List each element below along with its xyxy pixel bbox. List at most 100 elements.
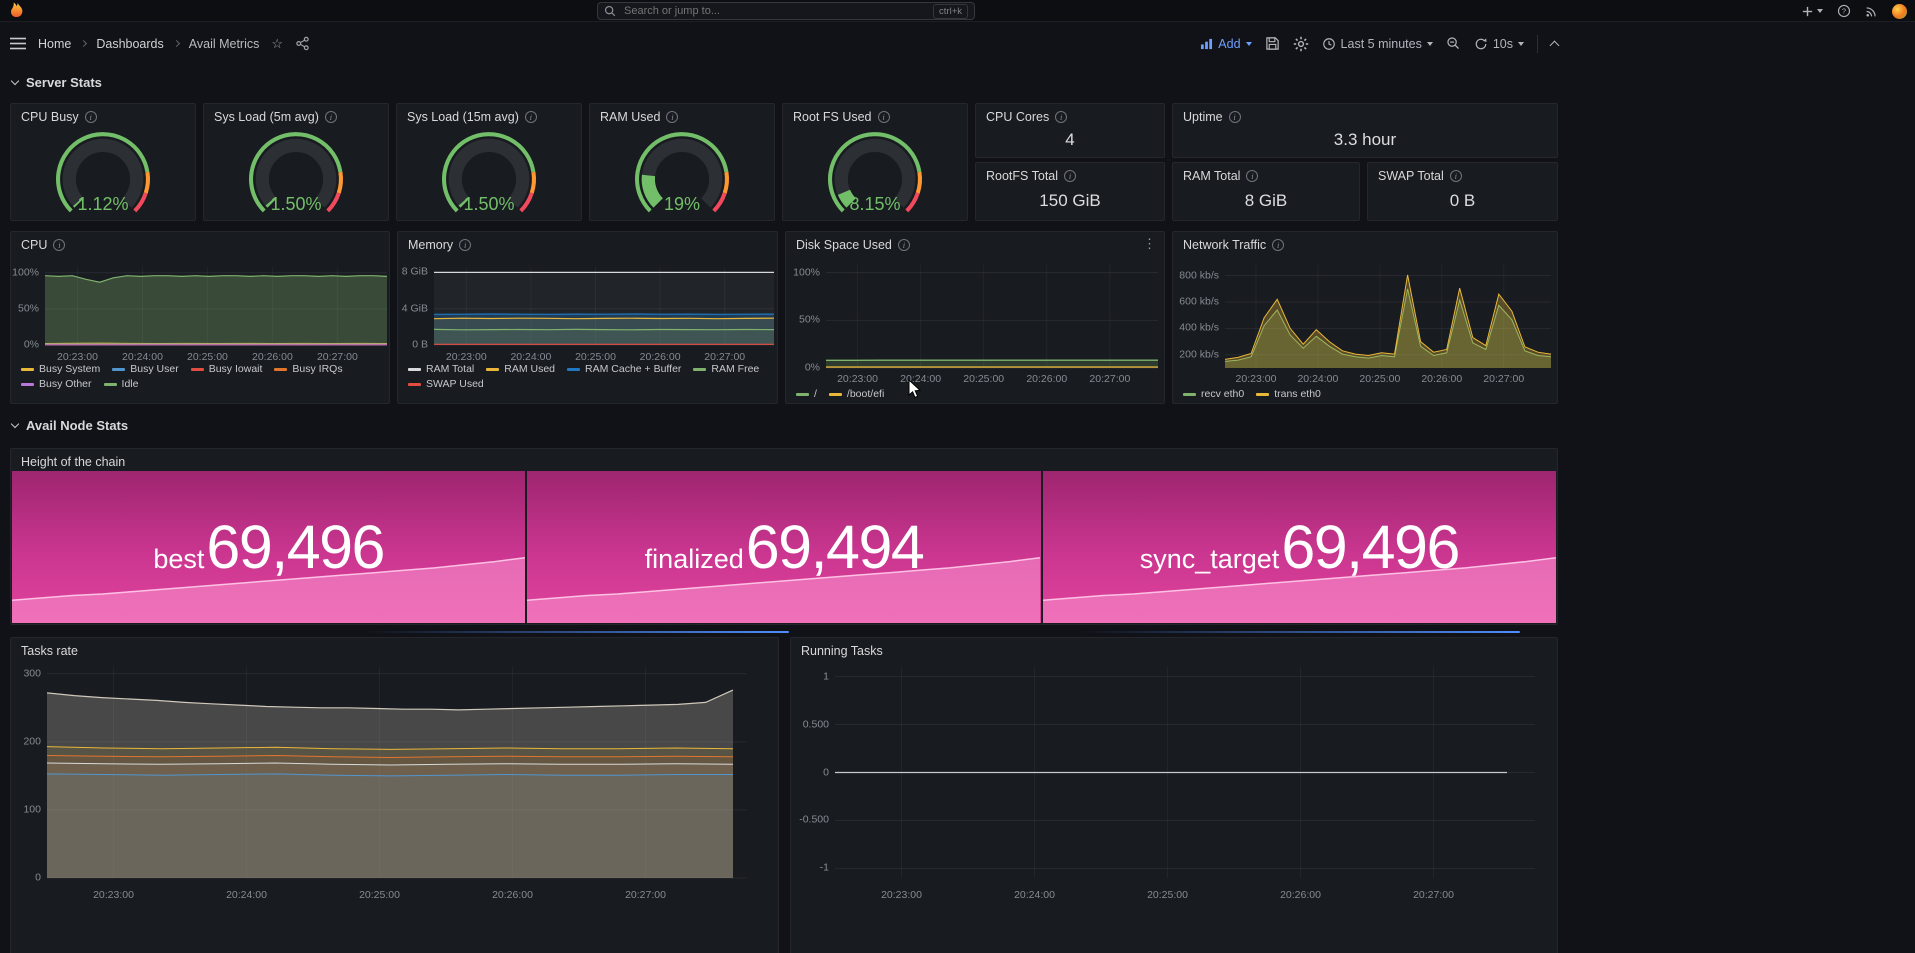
panel-title[interactable]: SWAP Total [1378,169,1444,183]
legend-item[interactable]: Busy Iowait [191,363,263,376]
legend-item[interactable]: / [796,388,817,401]
grafana-app: ctrl+k ? [0,0,1915,953]
panel-disk-space-used: Disk Space Used ⋮ 100%50%0%20:23:0020:24… [785,231,1165,404]
x-axis-tick: 20:23:00 [837,373,878,385]
panel-root-fs-used: Root FS Used 8.15% [782,103,968,221]
panel-title[interactable]: CPU Busy [21,110,79,124]
legend-item[interactable]: Busy System [21,363,100,376]
panel-title[interactable]: Running Tasks [801,644,883,658]
info-icon[interactable] [459,239,471,251]
refresh-interval-label[interactable]: 10s [1493,37,1513,51]
legend-swatch [274,368,287,371]
dashboard-toolbar: Home Dashboards Avail Metrics ☆ [0,23,1915,64]
x-axis-tick: 20:23:00 [93,889,134,901]
info-icon[interactable] [325,111,337,123]
legend-swatch [104,383,117,386]
star-icon[interactable]: ☆ [271,37,283,50]
panel-title[interactable]: CPU [21,238,47,252]
rss-icon [1865,5,1878,18]
info-icon[interactable] [1246,170,1258,182]
panel-cpu-busy: CPU Busy 1.12% [10,103,196,221]
panel-title[interactable]: Tasks rate [21,644,78,658]
info-icon[interactable] [1272,239,1284,251]
panel-title[interactable]: Sys Load (5m avg) [214,110,319,124]
help-button[interactable]: ? [1837,4,1851,18]
gauge-value: 1.50% [397,194,581,215]
breadcrumb-dashboards[interactable]: Dashboards [96,37,163,51]
x-axis-tick: 20:23:00 [446,351,487,363]
x-axis-tick: 20:26:00 [1421,373,1462,385]
breadcrumb-home[interactable]: Home [38,37,71,51]
shortcut-badge: ctrl+k [933,4,968,19]
refresh-icon[interactable] [1474,37,1488,51]
panel-title[interactable]: RAM Used [600,110,660,124]
x-axis-tick: 20:24:00 [122,351,163,363]
menu-icon[interactable] [10,37,26,50]
share-icon[interactable] [295,36,310,51]
section-server-stats[interactable]: Server Stats [12,75,102,90]
info-icon[interactable] [898,239,910,251]
y-axis-tick: -1 [791,862,829,874]
stat-value: 69,496 [206,517,384,578]
toolbar-divider [1537,35,1538,53]
mouse-cursor [908,379,922,399]
info-icon[interactable] [1450,170,1462,182]
time-range-picker[interactable]: Last 5 minutes [1322,37,1433,51]
panel-title[interactable]: Disk Space Used [796,238,892,252]
panel-ram-total: RAM Total 8 GiB [1172,162,1360,221]
legend-item[interactable]: Busy IRQs [274,363,342,376]
y-axis-tick: 0 [11,871,41,883]
x-axis-tick: 20:27:00 [1089,373,1130,385]
legend-item[interactable]: RAM Total [408,363,474,376]
panel-title[interactable]: Memory [408,238,453,252]
section-avail-node-stats[interactable]: Avail Node Stats [12,418,128,433]
info-icon[interactable] [525,111,537,123]
panel-title[interactable]: Root FS Used [793,110,872,124]
legend-item[interactable]: Busy Other [21,378,92,391]
y-axis-tick: 600 kb/s [1173,295,1219,307]
y-axis-tick: 300 [11,667,41,679]
legend-swatch [693,368,706,371]
grafana-logo-icon[interactable] [8,2,26,20]
legend-item[interactable]: RAM Free [693,363,759,376]
legend-item[interactable]: trans eth0 [1256,388,1321,401]
legend-item[interactable]: Busy User [112,363,178,376]
legend-item[interactable]: Idle [104,378,139,391]
news-button[interactable] [1865,5,1878,18]
panel-title[interactable]: Sys Load (15m avg) [407,110,519,124]
panel-sys-load-15m: Sys Load (15m avg) 1.50% [396,103,582,221]
info-icon[interactable] [666,111,678,123]
legend-swatch [21,383,34,386]
x-axis-tick: 20:25:00 [1147,889,1188,901]
panel-title[interactable]: CPU Cores [986,110,1049,124]
panel-title[interactable]: RootFS Total [986,169,1058,183]
search-input[interactable] [622,4,927,18]
panel-title[interactable]: Uptime [1183,110,1223,124]
stat-finalized: finalized 69,494 [527,471,1040,623]
chevron-up-icon[interactable] [1550,41,1560,51]
info-icon[interactable] [1055,111,1067,123]
info-icon[interactable] [85,111,97,123]
info-icon[interactable] [878,111,890,123]
x-axis-tick: 20:25:00 [1359,373,1400,385]
new-button[interactable] [1801,5,1823,18]
panel-title[interactable]: Height of the chain [21,455,125,469]
search-box[interactable]: ctrl+k [597,2,975,20]
info-icon[interactable] [1064,170,1076,182]
user-avatar[interactable] [1892,4,1907,19]
panel-title[interactable]: Network Traffic [1183,238,1266,252]
legend-item[interactable]: RAM Used [486,363,555,376]
save-icon[interactable] [1265,36,1280,51]
network-legend: recv eth0 trans eth0 [1183,388,1551,401]
settings-gear-icon[interactable] [1293,36,1309,52]
legend-item[interactable]: SWAP Used [408,378,484,391]
legend-item[interactable]: RAM Cache + Buffer [567,363,681,376]
legend-item[interactable]: /boot/efi [829,388,884,401]
info-icon[interactable] [53,239,65,251]
add-button[interactable]: Add [1200,37,1251,51]
stat-value: 8 GiB [1173,185,1359,216]
panel-title[interactable]: RAM Total [1183,169,1240,183]
legend-item[interactable]: recv eth0 [1183,388,1244,401]
zoom-out-icon[interactable] [1446,36,1461,51]
info-icon[interactable] [1229,111,1241,123]
